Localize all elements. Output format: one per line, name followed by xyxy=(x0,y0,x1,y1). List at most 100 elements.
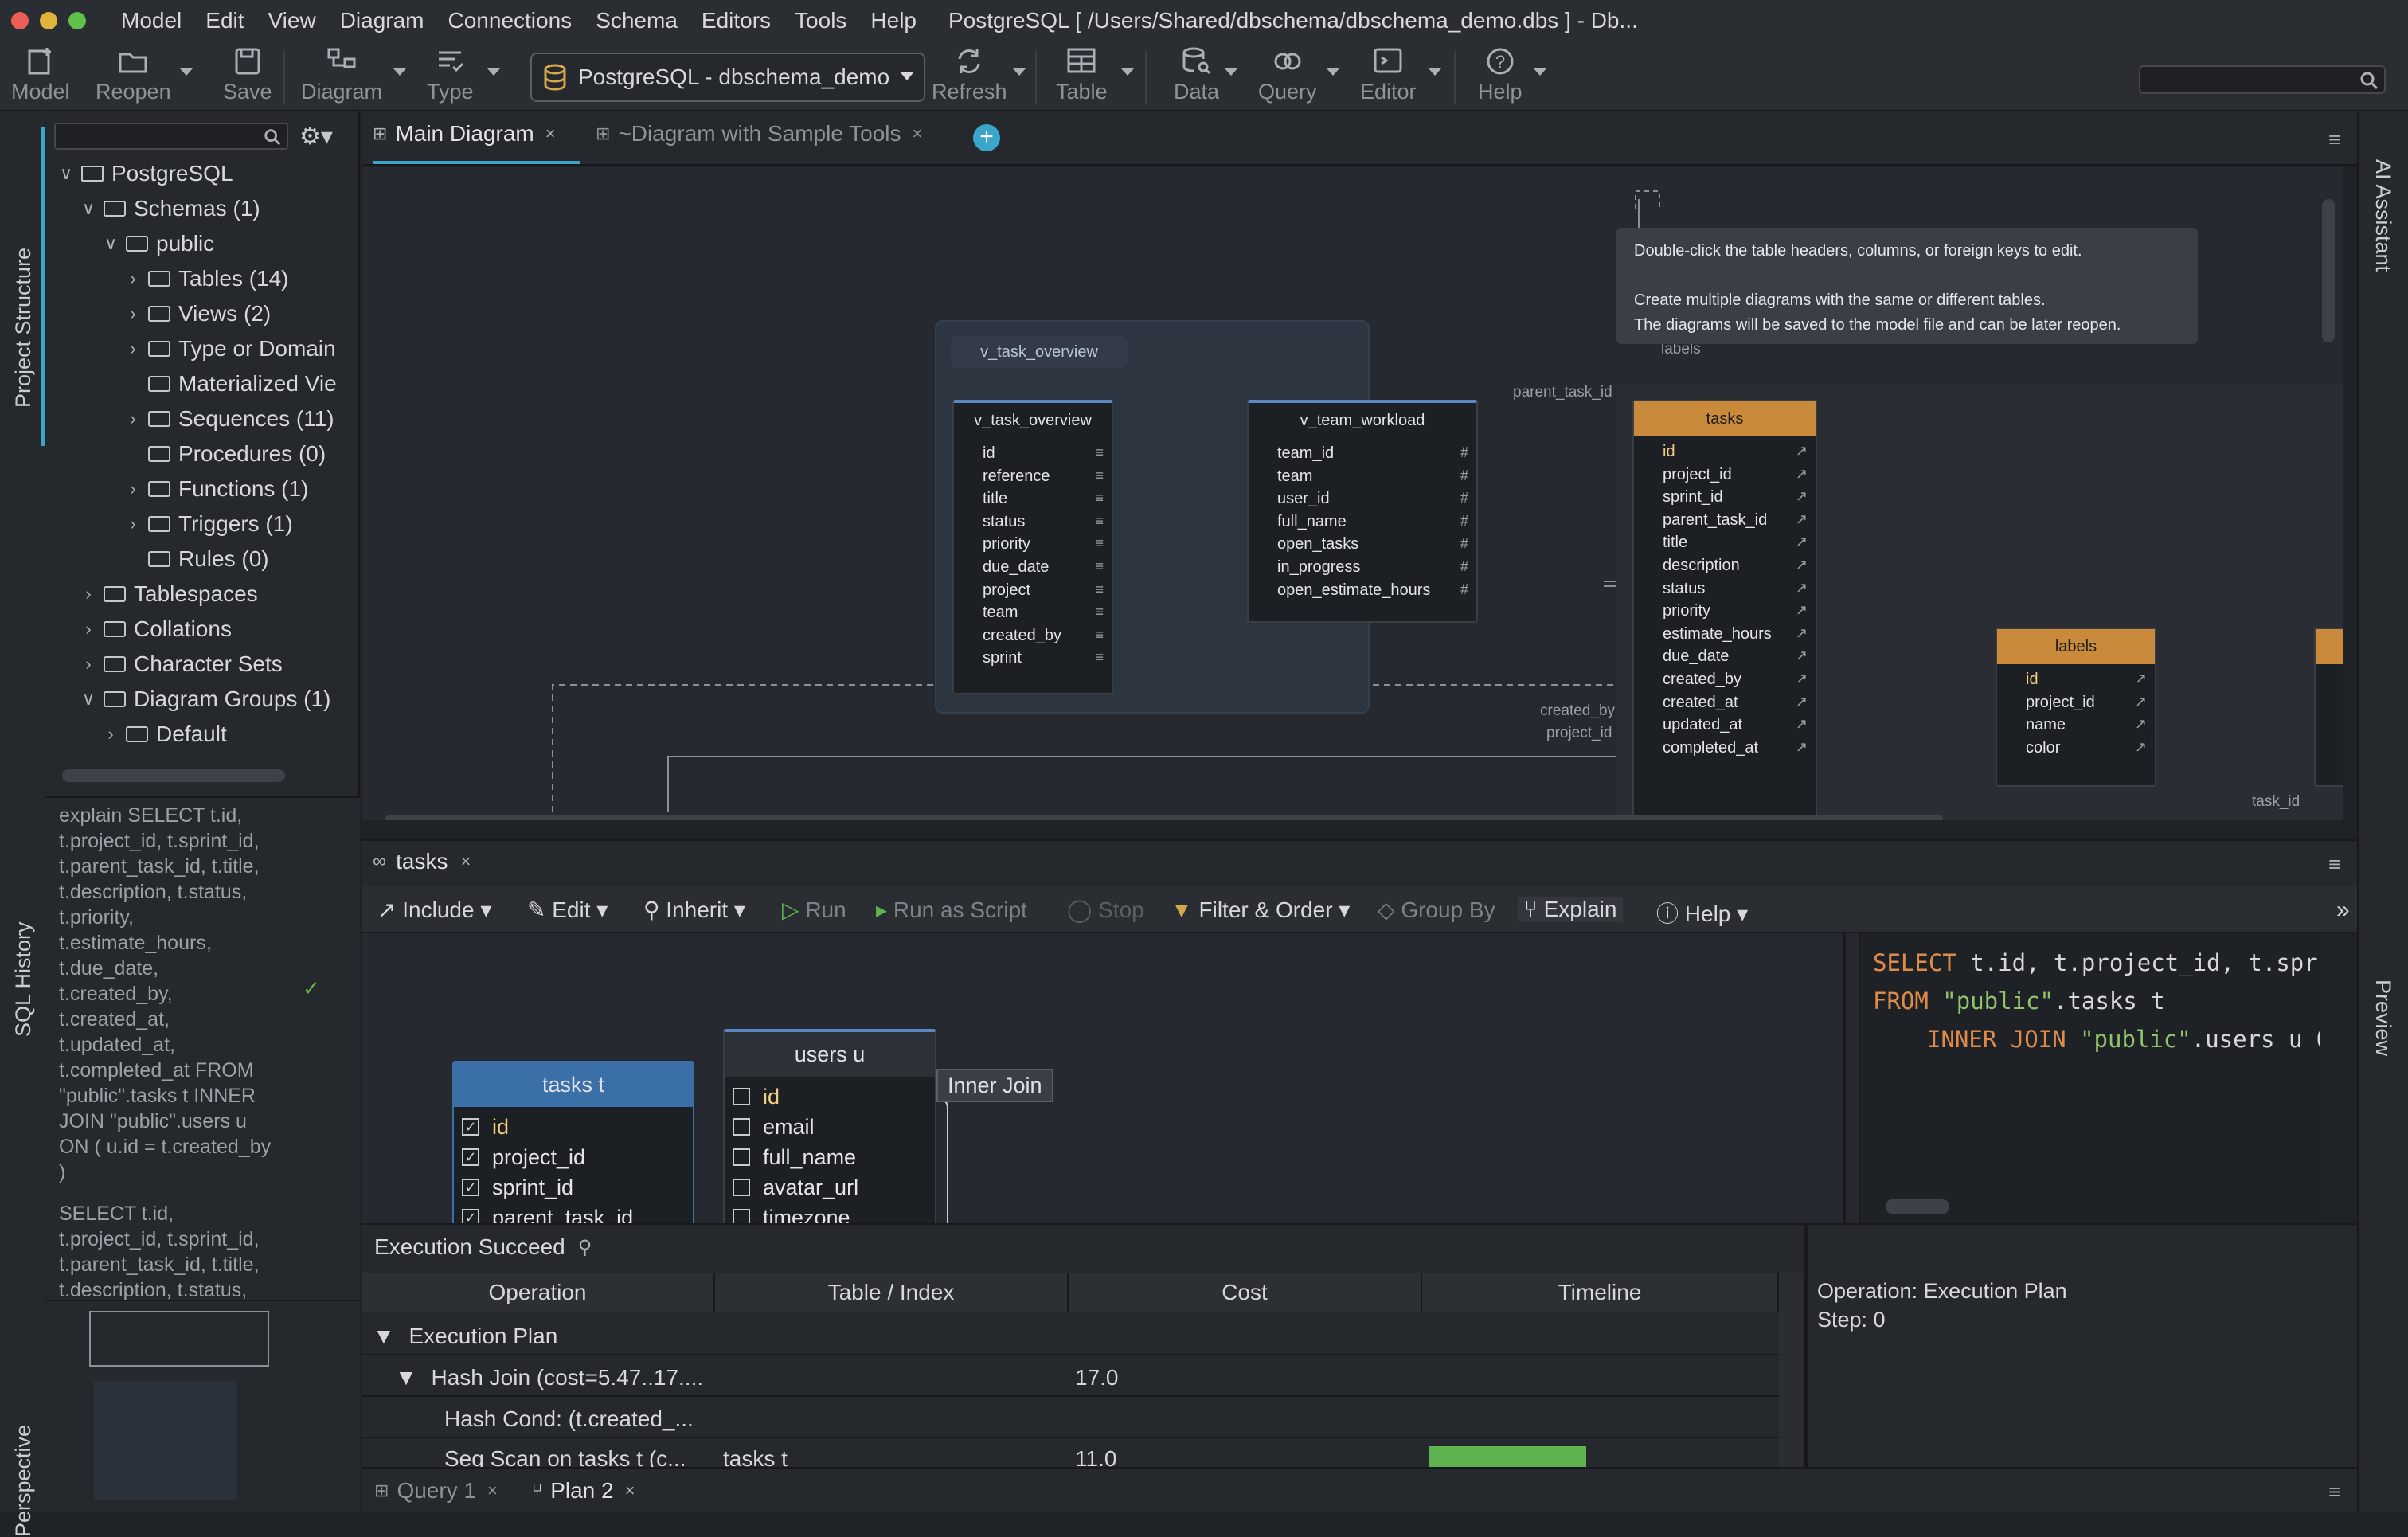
plan-row[interactable]: ▼ Execution Plan xyxy=(373,1324,557,1349)
tree-rules[interactable]: Rules (0) xyxy=(124,546,269,572)
refresh-dropdown-icon[interactable] xyxy=(1013,68,1026,76)
menu-tools[interactable]: Tools xyxy=(795,8,846,33)
tree-collations[interactable]: › Collations xyxy=(80,616,232,642)
menu-edit[interactable]: Edit xyxy=(205,8,244,33)
table-column[interactable]: estimate_hours xyxy=(1663,625,1772,643)
tree-schemas[interactable]: ∨ Schemas (1) xyxy=(80,196,260,221)
tab-project-structure[interactable]: Project Structure xyxy=(11,248,36,408)
menu-diagram[interactable]: Diagram xyxy=(340,8,424,33)
diagram-button[interactable]: Diagram xyxy=(301,46,382,104)
table-column[interactable]: team xyxy=(1277,467,1312,486)
builder-column[interactable]: timezone xyxy=(763,1206,850,1223)
inherit-button[interactable]: ⚲ Inherit ▾ xyxy=(643,897,745,923)
builder-column[interactable]: id xyxy=(763,1085,780,1109)
table-column[interactable]: priority xyxy=(1663,602,1710,620)
tree-views[interactable]: › Views (2) xyxy=(124,301,271,327)
table-column[interactable]: sprint_id xyxy=(1663,488,1723,506)
table-partial[interactable] xyxy=(2314,628,2343,787)
fk-label[interactable]: parent_task_id xyxy=(1513,384,1612,401)
group-label[interactable]: v_task_overview xyxy=(951,336,1128,368)
table-column[interactable]: description xyxy=(1663,557,1740,575)
table-column[interactable]: parent_task_id xyxy=(1663,511,1767,530)
tree-charsets[interactable]: › Character Sets xyxy=(80,651,282,677)
builder-table-tasks[interactable]: tasks t ✓ id ✓ project_id ✓ sprint_id ✓ parent_… xyxy=(452,1061,694,1223)
plan-row[interactable]: Hash Cond: (t.created_... xyxy=(444,1406,694,1432)
tree-types[interactable]: › Type or Domain xyxy=(124,336,335,362)
builder-column[interactable]: email xyxy=(763,1115,815,1140)
table-dropdown-icon[interactable] xyxy=(1121,68,1134,76)
canvas-v-scrollbar[interactable] xyxy=(2322,199,2335,342)
tree-diagram-groups[interactable]: ∨ Diagram Groups (1) xyxy=(80,686,330,712)
table-header[interactable]: v_team_workload xyxy=(1249,403,1476,438)
table-column[interactable]: team xyxy=(983,604,1018,622)
diagram-dropdown-icon[interactable] xyxy=(393,68,406,76)
builder-column[interactable]: project_id xyxy=(492,1145,585,1170)
stop-button[interactable]: ◯ Stop xyxy=(1067,897,1144,923)
close-icon[interactable]: × xyxy=(625,1480,635,1501)
menu-icon[interactable]: ≡ xyxy=(2328,852,2340,877)
tab-perspective[interactable]: Perspective xyxy=(11,1425,36,1537)
connection-select[interactable]: PostgreSQL - dbschema_demo xyxy=(530,53,925,102)
result-v-scrollbar[interactable] xyxy=(1779,1273,1803,1469)
maximize-window-button[interactable] xyxy=(68,12,86,29)
builder-column[interactable]: sprint_id xyxy=(492,1175,573,1200)
tree-sequences[interactable]: › Sequences (11) xyxy=(124,406,334,432)
tree-public[interactable]: ∨ public xyxy=(102,231,214,256)
builder-column[interactable]: parent_task_id xyxy=(492,1206,633,1223)
table-header[interactable]: tasks xyxy=(1634,401,1816,436)
tree-tablespaces[interactable]: › Tablespaces xyxy=(80,581,257,607)
table-column[interactable]: reference xyxy=(983,467,1050,486)
expand-icon[interactable]: » xyxy=(2336,897,2350,924)
column-checkbox[interactable] xyxy=(733,1118,750,1136)
table-column[interactable]: id xyxy=(2026,671,2039,689)
join-label[interactable]: Inner Join xyxy=(936,1069,1054,1102)
table-column[interactable]: status xyxy=(983,513,1025,531)
table-column[interactable]: due_date xyxy=(983,558,1049,577)
table-column[interactable]: created_by xyxy=(983,627,1061,645)
column-checkbox[interactable]: ✓ xyxy=(462,1209,479,1223)
filter-order-button[interactable]: ▼ Filter & Order ▾ xyxy=(1171,897,1350,923)
tab-plan-2[interactable]: ⑂ Plan 2 × xyxy=(532,1478,635,1504)
col-header-cost[interactable]: Cost xyxy=(1069,1273,1422,1312)
table-button[interactable]: Table xyxy=(1056,46,1108,104)
tree-triggers[interactable]: › Triggers (1) xyxy=(124,511,292,537)
close-icon[interactable]: × xyxy=(545,123,556,144)
tree-mviews[interactable]: Materialized Vie xyxy=(124,371,337,397)
close-window-button[interactable] xyxy=(11,12,29,29)
help-dropdown-icon[interactable] xyxy=(1534,68,1546,76)
menu-view[interactable]: View xyxy=(268,8,316,33)
fk-label[interactable]: task_id xyxy=(2252,793,2300,811)
include-button[interactable]: ↗ Include ▾ xyxy=(377,897,491,923)
help-button[interactable]: ? Help xyxy=(1478,46,1523,104)
table-column[interactable]: id xyxy=(983,444,995,463)
close-icon[interactable]: × xyxy=(913,123,923,144)
minimize-window-button[interactable] xyxy=(40,12,57,29)
add-diagram-button[interactable]: + xyxy=(973,124,1000,151)
close-icon[interactable]: × xyxy=(460,851,471,872)
group-by-button[interactable]: ◇ Group By xyxy=(1378,897,1495,923)
table-column[interactable]: name xyxy=(2026,716,2066,734)
tree-postgresql[interactable]: ∨ PostgreSQL xyxy=(57,161,233,186)
panel-divider[interactable] xyxy=(1843,933,1846,1223)
table-column[interactable]: created_by xyxy=(1663,671,1742,689)
type-dropdown-icon[interactable] xyxy=(487,68,500,76)
run-as-script-button[interactable]: ▸ Run as Script xyxy=(876,897,1027,923)
builder-column[interactable]: id xyxy=(492,1115,509,1140)
col-header-operation[interactable]: Operation xyxy=(362,1273,715,1312)
edit-button[interactable]: ✎ Edit ▾ xyxy=(527,897,608,923)
builder-table-users[interactable]: users u id email full_name avatar_url timezo… xyxy=(723,1029,936,1223)
table-column[interactable]: updated_at xyxy=(1663,716,1742,734)
builder-column[interactable]: avatar_url xyxy=(763,1175,858,1200)
query-dropdown-icon[interactable] xyxy=(1327,68,1339,76)
table-tasks[interactable]: tasks id ↗ project_id ↗ sprint_id ↗ parent_tas… xyxy=(1632,400,1817,820)
table-column[interactable]: title xyxy=(983,490,1007,508)
menu-help[interactable]: Help xyxy=(870,8,917,33)
table-column[interactable]: sprint xyxy=(983,649,1022,667)
tab-ai-assistant[interactable]: AI Assistant xyxy=(2371,159,2395,272)
editor-button[interactable]: Editor xyxy=(1360,46,1417,104)
tab-sample-diagram[interactable]: ⊞ ~Diagram with Sample Tools × xyxy=(596,121,922,147)
tab-query-1[interactable]: ⊞ Query 1 × xyxy=(374,1478,498,1504)
type-button[interactable]: Type xyxy=(427,46,474,104)
fk-label[interactable]: project_id xyxy=(1546,725,1612,742)
table-column[interactable]: project_id xyxy=(2026,694,2095,712)
